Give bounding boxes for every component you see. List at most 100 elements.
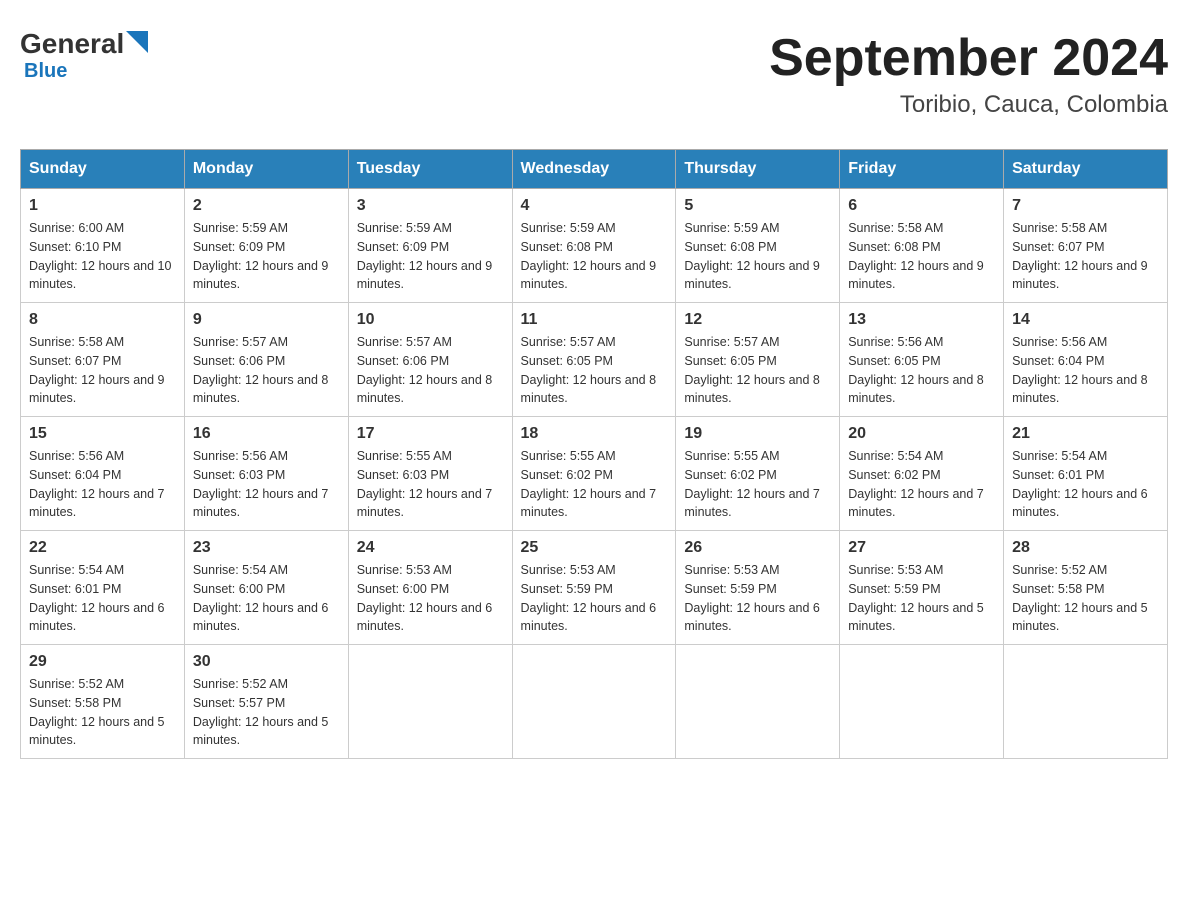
day-number: 4 [521,197,668,215]
day-number: 27 [848,539,995,557]
day-number: 8 [29,311,176,329]
calendar-cell: 26 Sunrise: 5:53 AMSunset: 5:59 PMDaylig… [676,531,840,645]
title-block: September 2024 Toribio, Cauca, Colombia [769,30,1168,119]
day-info: Sunrise: 5:56 AMSunset: 6:05 PMDaylight:… [848,333,995,408]
day-info: Sunrise: 5:54 AMSunset: 6:02 PMDaylight:… [848,447,995,522]
logo: General Blue [20,30,148,83]
day-info: Sunrise: 5:54 AMSunset: 6:00 PMDaylight:… [193,561,340,636]
calendar-cell: 9 Sunrise: 5:57 AMSunset: 6:06 PMDayligh… [184,303,348,417]
day-info: Sunrise: 5:59 AMSunset: 6:09 PMDaylight:… [357,219,504,294]
day-number: 5 [684,197,831,215]
day-number: 1 [29,197,176,215]
calendar-cell [676,645,840,759]
calendar-cell: 2 Sunrise: 5:59 AMSunset: 6:09 PMDayligh… [184,189,348,303]
day-info: Sunrise: 5:53 AMSunset: 5:59 PMDaylight:… [521,561,668,636]
weekday-header-tuesday: Tuesday [348,150,512,189]
logo-arrow-icon [126,31,148,53]
calendar-week-row: 22 Sunrise: 5:54 AMSunset: 6:01 PMDaylig… [21,531,1168,645]
calendar-cell: 19 Sunrise: 5:55 AMSunset: 6:02 PMDaylig… [676,417,840,531]
calendar-cell: 17 Sunrise: 5:55 AMSunset: 6:03 PMDaylig… [348,417,512,531]
calendar-cell: 5 Sunrise: 5:59 AMSunset: 6:08 PMDayligh… [676,189,840,303]
weekday-header-row: SundayMondayTuesdayWednesdayThursdayFrid… [21,150,1168,189]
calendar-week-row: 15 Sunrise: 5:56 AMSunset: 6:04 PMDaylig… [21,417,1168,531]
day-info: Sunrise: 5:59 AMSunset: 6:08 PMDaylight:… [521,219,668,294]
calendar-cell: 1 Sunrise: 6:00 AMSunset: 6:10 PMDayligh… [21,189,185,303]
day-info: Sunrise: 5:58 AMSunset: 6:07 PMDaylight:… [29,333,176,408]
day-number: 16 [193,425,340,443]
day-info: Sunrise: 5:54 AMSunset: 6:01 PMDaylight:… [29,561,176,636]
calendar-week-row: 1 Sunrise: 6:00 AMSunset: 6:10 PMDayligh… [21,189,1168,303]
calendar-cell: 12 Sunrise: 5:57 AMSunset: 6:05 PMDaylig… [676,303,840,417]
day-info: Sunrise: 5:52 AMSunset: 5:58 PMDaylight:… [29,675,176,750]
weekday-header-sunday: Sunday [21,150,185,189]
day-info: Sunrise: 5:57 AMSunset: 6:05 PMDaylight:… [684,333,831,408]
day-info: Sunrise: 5:56 AMSunset: 6:03 PMDaylight:… [193,447,340,522]
day-info: Sunrise: 6:00 AMSunset: 6:10 PMDaylight:… [29,219,176,294]
calendar-cell: 18 Sunrise: 5:55 AMSunset: 6:02 PMDaylig… [512,417,676,531]
calendar-cell [348,645,512,759]
day-info: Sunrise: 5:55 AMSunset: 6:02 PMDaylight:… [521,447,668,522]
calendar-cell: 6 Sunrise: 5:58 AMSunset: 6:08 PMDayligh… [840,189,1004,303]
day-info: Sunrise: 5:57 AMSunset: 6:06 PMDaylight:… [357,333,504,408]
day-info: Sunrise: 5:52 AMSunset: 5:57 PMDaylight:… [193,675,340,750]
day-number: 14 [1012,311,1159,329]
calendar-cell: 25 Sunrise: 5:53 AMSunset: 5:59 PMDaylig… [512,531,676,645]
day-info: Sunrise: 5:57 AMSunset: 6:05 PMDaylight:… [521,333,668,408]
day-number: 11 [521,311,668,329]
day-info: Sunrise: 5:53 AMSunset: 5:59 PMDaylight:… [848,561,995,636]
calendar-cell: 14 Sunrise: 5:56 AMSunset: 6:04 PMDaylig… [1004,303,1168,417]
calendar-cell: 3 Sunrise: 5:59 AMSunset: 6:09 PMDayligh… [348,189,512,303]
calendar-cell [840,645,1004,759]
logo-general-text: General [20,30,124,58]
day-info: Sunrise: 5:55 AMSunset: 6:03 PMDaylight:… [357,447,504,522]
day-number: 28 [1012,539,1159,557]
day-info: Sunrise: 5:57 AMSunset: 6:06 PMDaylight:… [193,333,340,408]
day-number: 6 [848,197,995,215]
calendar-cell: 7 Sunrise: 5:58 AMSunset: 6:07 PMDayligh… [1004,189,1168,303]
calendar-week-row: 29 Sunrise: 5:52 AMSunset: 5:58 PMDaylig… [21,645,1168,759]
day-info: Sunrise: 5:53 AMSunset: 5:59 PMDaylight:… [684,561,831,636]
calendar-cell: 8 Sunrise: 5:58 AMSunset: 6:07 PMDayligh… [21,303,185,417]
calendar-cell [1004,645,1168,759]
day-number: 23 [193,539,340,557]
day-info: Sunrise: 5:59 AMSunset: 6:09 PMDaylight:… [193,219,340,294]
day-number: 13 [848,311,995,329]
weekday-header-thursday: Thursday [676,150,840,189]
day-info: Sunrise: 5:59 AMSunset: 6:08 PMDaylight:… [684,219,831,294]
day-number: 19 [684,425,831,443]
weekday-header-wednesday: Wednesday [512,150,676,189]
calendar-cell: 13 Sunrise: 5:56 AMSunset: 6:05 PMDaylig… [840,303,1004,417]
calendar-cell: 27 Sunrise: 5:53 AMSunset: 5:59 PMDaylig… [840,531,1004,645]
day-number: 17 [357,425,504,443]
day-number: 26 [684,539,831,557]
day-number: 7 [1012,197,1159,215]
logo-blue-text: Blue [24,60,67,83]
weekday-header-friday: Friday [840,150,1004,189]
day-number: 18 [521,425,668,443]
day-number: 10 [357,311,504,329]
day-number: 30 [193,653,340,671]
page-header: General Blue September 2024 Toribio, Cau… [20,20,1168,129]
calendar-cell: 23 Sunrise: 5:54 AMSunset: 6:00 PMDaylig… [184,531,348,645]
weekday-header-saturday: Saturday [1004,150,1168,189]
calendar-cell: 24 Sunrise: 5:53 AMSunset: 6:00 PMDaylig… [348,531,512,645]
day-info: Sunrise: 5:53 AMSunset: 6:00 PMDaylight:… [357,561,504,636]
calendar-cell: 11 Sunrise: 5:57 AMSunset: 6:05 PMDaylig… [512,303,676,417]
month-title: September 2024 [769,30,1168,87]
day-number: 22 [29,539,176,557]
day-number: 15 [29,425,176,443]
calendar-cell: 28 Sunrise: 5:52 AMSunset: 5:58 PMDaylig… [1004,531,1168,645]
day-number: 24 [357,539,504,557]
calendar-week-row: 8 Sunrise: 5:58 AMSunset: 6:07 PMDayligh… [21,303,1168,417]
calendar-cell: 22 Sunrise: 5:54 AMSunset: 6:01 PMDaylig… [21,531,185,645]
day-info: Sunrise: 5:56 AMSunset: 6:04 PMDaylight:… [29,447,176,522]
day-number: 29 [29,653,176,671]
calendar-table: SundayMondayTuesdayWednesdayThursdayFrid… [20,149,1168,759]
day-info: Sunrise: 5:54 AMSunset: 6:01 PMDaylight:… [1012,447,1159,522]
day-number: 25 [521,539,668,557]
calendar-cell: 21 Sunrise: 5:54 AMSunset: 6:01 PMDaylig… [1004,417,1168,531]
day-info: Sunrise: 5:58 AMSunset: 6:08 PMDaylight:… [848,219,995,294]
day-number: 2 [193,197,340,215]
calendar-cell: 15 Sunrise: 5:56 AMSunset: 6:04 PMDaylig… [21,417,185,531]
calendar-cell: 20 Sunrise: 5:54 AMSunset: 6:02 PMDaylig… [840,417,1004,531]
